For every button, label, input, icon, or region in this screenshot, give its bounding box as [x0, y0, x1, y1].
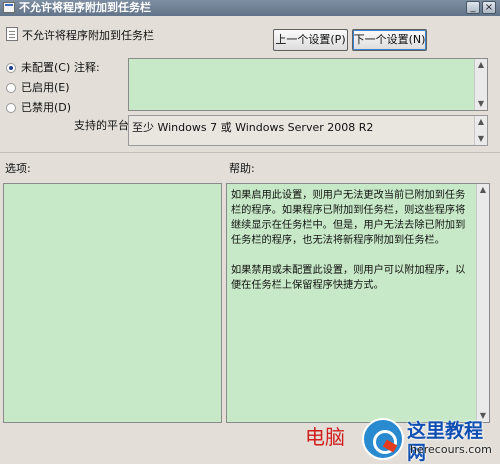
help-text: 如果启用此设置，则用户无法更改当前已附加到任务栏的程序。如果程序已附加到任务栏，…	[231, 188, 473, 308]
minimize-button[interactable]: _	[466, 1, 480, 14]
scroll-down-icon[interactable]: ▼	[475, 98, 487, 110]
platform-label: 支持的平台:	[74, 119, 133, 132]
radio-label: 未配置(C)	[21, 61, 71, 74]
radio-not-configured[interactable]: 未配置(C)	[6, 61, 70, 75]
options-label: 选项:	[5, 162, 31, 175]
platform-value: 至少 Windows 7 或 Windows Server 2008 R2	[132, 121, 374, 134]
platform-scrollbar[interactable]: ▲ ▼	[474, 116, 487, 145]
title-bar: 不允许将程序附加到任务栏 _ ×	[0, 0, 500, 16]
radio-disabled[interactable]: 已禁用(D)	[6, 101, 71, 115]
help-pane: 如果启用此设置，则用户无法更改当前已附加到任务栏的程序。如果程序已附加到任务栏，…	[226, 183, 490, 423]
help-paragraph: 如果禁用或未配置此设置，则用户可以附加程序，以便在任务栏上保留程序快捷方式。	[231, 265, 466, 291]
site-logo-icon	[362, 418, 404, 460]
radio-label: 已启用(E)	[21, 81, 70, 94]
radio-button-checked[interactable]	[6, 63, 16, 73]
previous-setting-button[interactable]: 上一个设置(P)	[273, 29, 348, 51]
watermark-text: 电脑	[305, 425, 345, 449]
scroll-up-icon[interactable]: ▲	[477, 184, 489, 196]
comment-textarea[interactable]: ▲ ▼	[128, 58, 488, 111]
comment-scrollbar[interactable]: ▲ ▼	[474, 59, 487, 110]
help-paragraph: 如果启用此设置，则用户无法更改当前已附加到任务栏的程序。如果程序已附加到任务栏，…	[231, 190, 466, 246]
scroll-up-icon[interactable]: ▲	[475, 59, 487, 71]
policy-window-icon	[3, 2, 15, 13]
next-setting-button[interactable]: 下一个设置(N)	[352, 29, 427, 51]
scroll-down-icon[interactable]: ▼	[475, 133, 487, 145]
options-pane	[3, 183, 222, 423]
platform-field: 至少 Windows 7 或 Windows Server 2008 R2 ▲ …	[128, 115, 488, 146]
help-scrollbar[interactable]: ▲ ▼	[476, 184, 489, 422]
window-title: 不允许将程序附加到任务栏	[19, 1, 151, 14]
policy-setting-icon	[6, 27, 18, 41]
scroll-up-icon[interactable]: ▲	[475, 116, 487, 128]
setting-name: 不允许将程序附加到任务栏	[22, 29, 154, 42]
section-divider	[0, 152, 500, 153]
radio-button[interactable]	[6, 103, 16, 113]
watermark-site-domain: herecours.com	[410, 443, 492, 456]
close-button[interactable]: ×	[482, 1, 496, 14]
radio-button[interactable]	[6, 83, 16, 93]
help-label: 帮助:	[229, 162, 255, 175]
comment-label: 注释:	[74, 61, 100, 74]
radio-enabled[interactable]: 已启用(E)	[6, 81, 70, 95]
watermark-site-name: 这里教程网	[407, 420, 484, 464]
radio-label: 已禁用(D)	[21, 101, 72, 114]
